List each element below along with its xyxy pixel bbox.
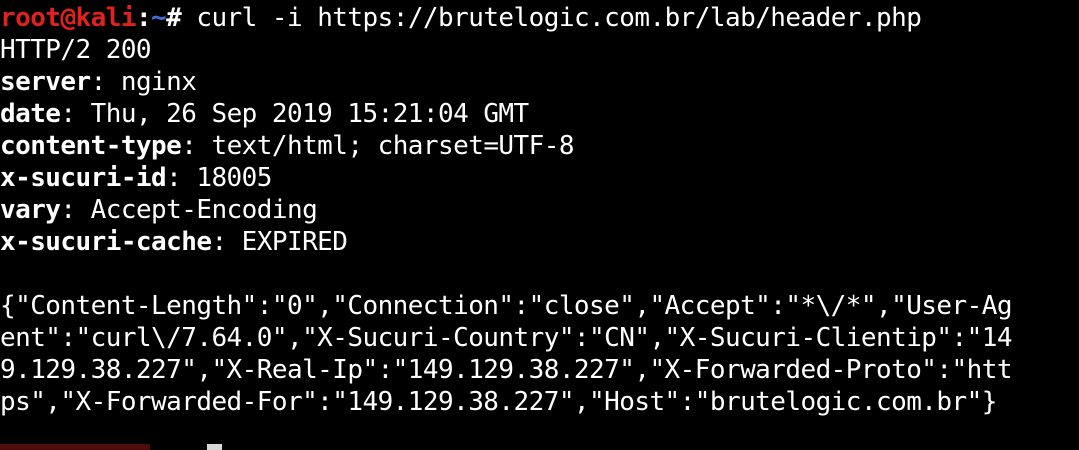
- body-line: {"Content-Length":"0","Connection":"clos…: [0, 291, 1012, 321]
- header-value: Thu, 26 Sep 2019 15:21:04 GMT: [75, 99, 530, 129]
- header-value: Accept-Encoding: [75, 195, 318, 225]
- header-name: server: [0, 67, 91, 97]
- header-name: x-sucuri-id: [0, 163, 167, 193]
- body-line: ent":"curl\/7.64.0","X-Sucuri-Country":"…: [0, 323, 1012, 353]
- text-cursor[interactable]: [207, 444, 222, 450]
- header-line-vary: vary: Accept-Encoding: [0, 195, 318, 225]
- prompt-path: ~: [151, 3, 167, 33]
- header-name: date: [0, 99, 61, 129]
- header-value: text/html; charset=UTF-8: [196, 131, 574, 161]
- header-line-content-type: content-type: text/html; charset=UTF-8: [0, 131, 575, 161]
- body-line: 9.129.38.227","X-Real-Ip":"149.129.38.22…: [0, 355, 1012, 385]
- header-line-x-sucuri-cache: x-sucuri-cache: EXPIRED: [0, 227, 348, 257]
- prompt-user-host: root@kali: [0, 3, 136, 33]
- command-line: root@kali:~# curl -i https://brutelogic.…: [0, 2, 1079, 34]
- header-name: vary: [0, 195, 61, 225]
- header-line-x-sucuri-id: x-sucuri-id: 18005: [0, 163, 272, 193]
- command-text: curl -i https://brutelogic.com.br/lab/he…: [181, 3, 922, 33]
- header-value: EXPIRED: [226, 227, 348, 257]
- next-prompt-partial: [0, 442, 180, 450]
- next-prompt-line: [0, 418, 1079, 450]
- header-value: nginx: [105, 67, 197, 97]
- header-name: x-sucuri-cache: [0, 227, 212, 257]
- header-line-server: server: nginx: [0, 67, 197, 97]
- body-line: ps","X-Forwarded-For":"149.129.38.227","…: [0, 387, 997, 417]
- header-value: 18005: [181, 163, 272, 193]
- prompt-separator: :: [135, 3, 152, 33]
- header-name: content-type: [0, 131, 182, 161]
- header-line-date: date: Thu, 26 Sep 2019 15:21:04 GMT: [0, 99, 530, 129]
- terminal-window[interactable]: root@kali:~# curl -i https://brutelogic.…: [0, 0, 1079, 450]
- prompt-symbol: #: [166, 3, 182, 33]
- status-line: HTTP/2 200: [0, 35, 152, 65]
